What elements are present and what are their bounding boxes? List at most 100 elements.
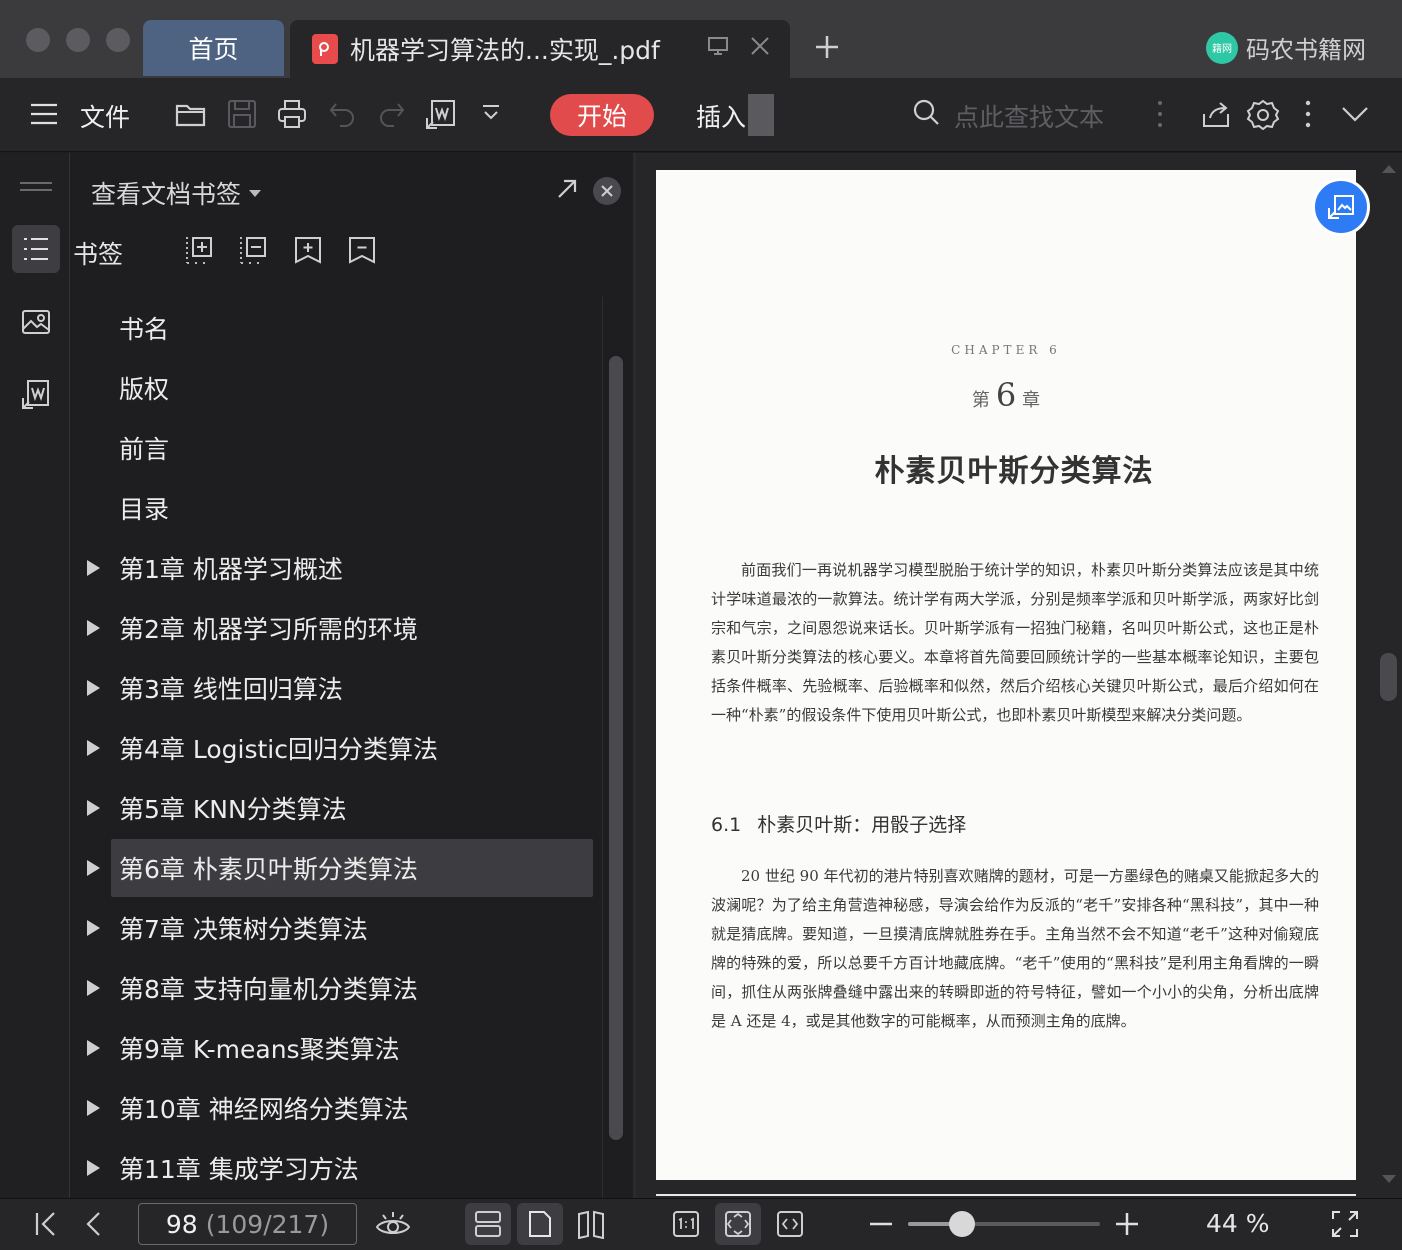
two-page-view-button[interactable]	[568, 1203, 614, 1245]
section-paragraph: 20 世纪 90 年代初的港片特别喜欢赌牌的题材，可是一方墨绿色的赌桌又能掀起多…	[711, 867, 1319, 1030]
print-icon[interactable]	[276, 98, 308, 130]
collapse-rail-icon[interactable]	[20, 181, 52, 193]
expand-arrow-icon[interactable]	[87, 860, 100, 876]
document-view: CHAPTER 6 第6章 朴素贝叶斯分类算法 前面我们一再说机器学习模型脱胎于…	[636, 153, 1402, 1198]
expand-arrow-icon[interactable]	[87, 800, 100, 816]
rail-thumbnails-button[interactable]	[12, 299, 60, 347]
share-icon[interactable]	[1200, 98, 1232, 130]
expand-arrow-icon[interactable]	[87, 1160, 100, 1176]
bookmark-list: 书名 版权 前言 目录 第1章 机器学习概述 第2章 机器学习所需的环境 第3章…	[71, 297, 601, 1197]
bookmark-item[interactable]: 第9章 K-means聚类算法	[87, 1019, 593, 1077]
bookmark-panel: 查看文档书签 书签 书名 版权 前言 目录 第1章 机器学习概述 第2章 机器学…	[71, 153, 633, 1198]
image-icon	[21, 309, 51, 337]
bookmark-item[interactable]: 第4章 Logistic回归分类算法	[87, 719, 593, 777]
bookmark-item[interactable]: 第11章 集成学习方法	[87, 1139, 593, 1197]
tab-insert-button[interactable]: 插入	[696, 98, 746, 134]
scroll-down-arrow-icon[interactable]	[1382, 1175, 1396, 1183]
window-zoom-button[interactable]	[106, 28, 130, 52]
expand-arrow-icon[interactable]	[87, 980, 100, 996]
expand-arrow-icon[interactable]	[87, 1100, 100, 1116]
fit-width-button[interactable]	[767, 1203, 813, 1245]
pdf-to-word-icon[interactable]	[424, 98, 458, 132]
save-icon[interactable]	[226, 98, 258, 130]
zoom-in-icon[interactable]	[1114, 1211, 1140, 1237]
rail-convert-button[interactable]	[12, 371, 60, 419]
tab-home[interactable]: 首页	[143, 20, 284, 76]
zoom-out-icon[interactable]	[868, 1211, 894, 1237]
bookmark-item[interactable]: 版权	[111, 359, 593, 417]
bookmark-item[interactable]: 前言	[111, 419, 593, 477]
fit-page-button[interactable]	[715, 1203, 761, 1245]
bookmark-item[interactable]: 第2章 机器学习所需的环境	[87, 599, 593, 657]
bookmark-item[interactable]: 第3章 线性回归算法	[87, 659, 593, 717]
tab-document[interactable]: 机器学习算法的...实现_.pdf	[290, 20, 790, 78]
list-icon	[22, 236, 50, 262]
new-tab-plus-icon[interactable]	[812, 32, 842, 62]
zoom-slider-knob[interactable]	[948, 1211, 975, 1237]
continuous-view-button[interactable]	[465, 1203, 511, 1245]
bookmark-item[interactable]: 第10章 神经网络分类算法	[87, 1079, 593, 1137]
panel-title-dropdown[interactable]: 查看文档书签	[91, 175, 262, 211]
page-position: (109/217)	[205, 1209, 330, 1239]
toolbar-more-vertical-icon[interactable]	[1152, 98, 1168, 130]
main-toolbar: 文件 开始 插入 点此查找文本	[0, 78, 1402, 152]
scroll-up-arrow-icon[interactable]	[1382, 165, 1396, 173]
single-page-view-button[interactable]	[517, 1203, 563, 1245]
next-page-edge	[656, 1194, 1356, 1196]
document-scrollbar-thumb[interactable]	[1380, 653, 1397, 701]
expand-arrow-icon[interactable]	[87, 680, 100, 696]
single-page-icon	[525, 1209, 555, 1239]
undo-icon[interactable]	[328, 98, 358, 128]
fullscreen-icon[interactable]	[1330, 1209, 1360, 1239]
panel-close-icon[interactable]	[593, 177, 621, 205]
bookmark-item[interactable]: 第5章 KNN分类算法	[87, 779, 593, 837]
bookmark-item[interactable]: 目录	[111, 479, 593, 537]
floating-convert-button[interactable]	[1312, 178, 1370, 236]
expand-arrow-icon[interactable]	[87, 560, 100, 576]
pop-out-arrow-icon[interactable]	[555, 177, 579, 201]
expand-all-icon[interactable]	[185, 235, 215, 265]
current-page: 98	[165, 1209, 198, 1239]
toolbar-scroll-handle[interactable]	[748, 94, 774, 136]
eye-protection-icon[interactable]	[374, 1207, 412, 1241]
collapse-chevron-down-icon[interactable]	[1340, 98, 1370, 130]
remove-bookmark-icon[interactable]	[347, 235, 377, 265]
status-bar: 98 (109/217) 44 %	[0, 1198, 1402, 1250]
search-input[interactable]: 点此查找文本	[954, 98, 1104, 134]
tab-start-button[interactable]: 开始	[550, 94, 654, 136]
zoom-level[interactable]: 44 %	[1206, 1209, 1270, 1238]
expand-arrow-icon[interactable]	[87, 1040, 100, 1056]
bookmark-item[interactable]: 第1章 机器学习概述	[87, 539, 593, 597]
page-number-field[interactable]: 98 (109/217)	[138, 1203, 357, 1245]
bookmark-item[interactable]: 第8章 支持向量机分类算法	[87, 959, 593, 1017]
actual-size-button[interactable]	[663, 1203, 709, 1245]
settings-gear-icon[interactable]	[1246, 98, 1280, 132]
window-close-button[interactable]	[26, 28, 50, 52]
chapter-suffix: 章	[1022, 390, 1041, 411]
expand-arrow-icon[interactable]	[87, 920, 100, 936]
first-page-icon[interactable]	[34, 1209, 58, 1239]
open-folder-icon[interactable]	[174, 98, 208, 130]
bookmark-item[interactable]: 书名	[111, 299, 593, 357]
bookmark-item[interactable]: 第7章 决策树分类算法	[87, 899, 593, 957]
more-vertical-icon[interactable]	[1300, 98, 1316, 130]
zoom-slider-track[interactable]	[908, 1222, 1100, 1226]
redo-icon[interactable]	[376, 98, 406, 128]
expand-arrow-icon[interactable]	[87, 740, 100, 756]
collapse-all-icon[interactable]	[239, 235, 269, 265]
side-rail	[0, 153, 70, 1198]
screen-display-icon[interactable]	[706, 34, 730, 58]
expand-arrow-icon[interactable]	[87, 620, 100, 636]
search-icon[interactable]	[912, 98, 942, 128]
close-tab-icon[interactable]	[748, 34, 772, 58]
pdf-page: CHAPTER 6 第6章 朴素贝叶斯分类算法 前面我们一再说机器学习模型脱胎于…	[656, 170, 1356, 1180]
file-menu-button[interactable]: 文件	[80, 98, 130, 134]
bookmark-item-selected[interactable]: 第6章 朴素贝叶斯分类算法	[87, 839, 593, 897]
more-dropdown-icon[interactable]	[480, 98, 502, 128]
panel-scrollbar-thumb[interactable]	[609, 356, 623, 1140]
add-bookmark-icon[interactable]	[293, 235, 323, 265]
hamburger-menu-icon[interactable]	[28, 98, 60, 130]
window-minimize-button[interactable]	[66, 28, 90, 52]
previous-page-icon[interactable]	[84, 1209, 104, 1239]
rail-bookmarks-button[interactable]	[12, 225, 60, 273]
